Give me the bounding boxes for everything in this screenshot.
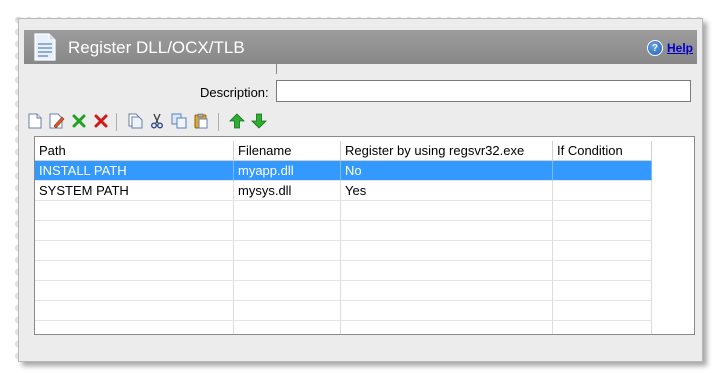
table-row[interactable]: SYSTEM PATH mysys.dll Yes bbox=[35, 181, 652, 201]
torn-edge-left bbox=[8, 14, 18, 364]
column-header[interactable]: Register by using regsvr32.exe bbox=[341, 141, 553, 161]
regsvr32-cell[interactable]: No bbox=[341, 161, 553, 181]
column-header[interactable]: Filename bbox=[234, 141, 341, 161]
empty-row bbox=[35, 201, 652, 221]
section-header: Register DLL/OCX/TLB ? Help bbox=[24, 30, 697, 64]
table-row[interactable]: INSTALL PATH myapp.dll No bbox=[35, 161, 652, 181]
empty-row bbox=[35, 281, 652, 301]
move-up-icon[interactable] bbox=[228, 112, 246, 130]
help-link-group[interactable]: ? Help bbox=[646, 40, 693, 56]
path-cell[interactable]: INSTALL PATH bbox=[35, 161, 234, 181]
condition-cell[interactable] bbox=[553, 181, 652, 201]
empty-row bbox=[35, 241, 652, 261]
empty-row bbox=[35, 261, 652, 281]
new-icon[interactable] bbox=[26, 112, 44, 130]
toolbar-separator bbox=[218, 113, 219, 131]
page-title: Register DLL/OCX/TLB bbox=[68, 38, 245, 57]
filename-cell[interactable]: myapp.dll bbox=[234, 161, 341, 181]
toolbar-separator bbox=[116, 113, 117, 131]
column-header[interactable]: If Condition bbox=[553, 141, 652, 161]
regsvr32-cell[interactable]: Yes bbox=[341, 181, 553, 201]
empty-row bbox=[35, 221, 652, 241]
divider bbox=[276, 64, 277, 74]
table-header-row: Path Filename Register by using regsvr32… bbox=[35, 141, 652, 161]
help-link[interactable]: Help bbox=[667, 41, 693, 55]
duplicate-icon[interactable] bbox=[170, 112, 188, 130]
description-label: Description: bbox=[200, 85, 269, 100]
filename-cell[interactable]: mysys.dll bbox=[234, 181, 341, 201]
check-icon[interactable] bbox=[70, 112, 88, 130]
column-header[interactable]: Path bbox=[35, 141, 234, 161]
document-icon bbox=[34, 33, 56, 61]
description-input[interactable] bbox=[276, 80, 691, 102]
edit-icon[interactable] bbox=[48, 112, 66, 130]
paste-icon[interactable] bbox=[192, 112, 210, 130]
copy-icon[interactable] bbox=[126, 112, 144, 130]
registration-table[interactable]: Path Filename Register by using regsvr32… bbox=[34, 136, 695, 335]
help-icon[interactable]: ? bbox=[646, 40, 663, 56]
cut-icon[interactable] bbox=[148, 112, 166, 130]
condition-cell[interactable] bbox=[553, 161, 652, 181]
path-cell[interactable]: SYSTEM PATH bbox=[35, 181, 234, 201]
empty-row bbox=[35, 321, 652, 334]
delete-icon[interactable] bbox=[92, 112, 110, 130]
empty-row bbox=[35, 301, 652, 321]
move-down-icon[interactable] bbox=[250, 112, 268, 130]
